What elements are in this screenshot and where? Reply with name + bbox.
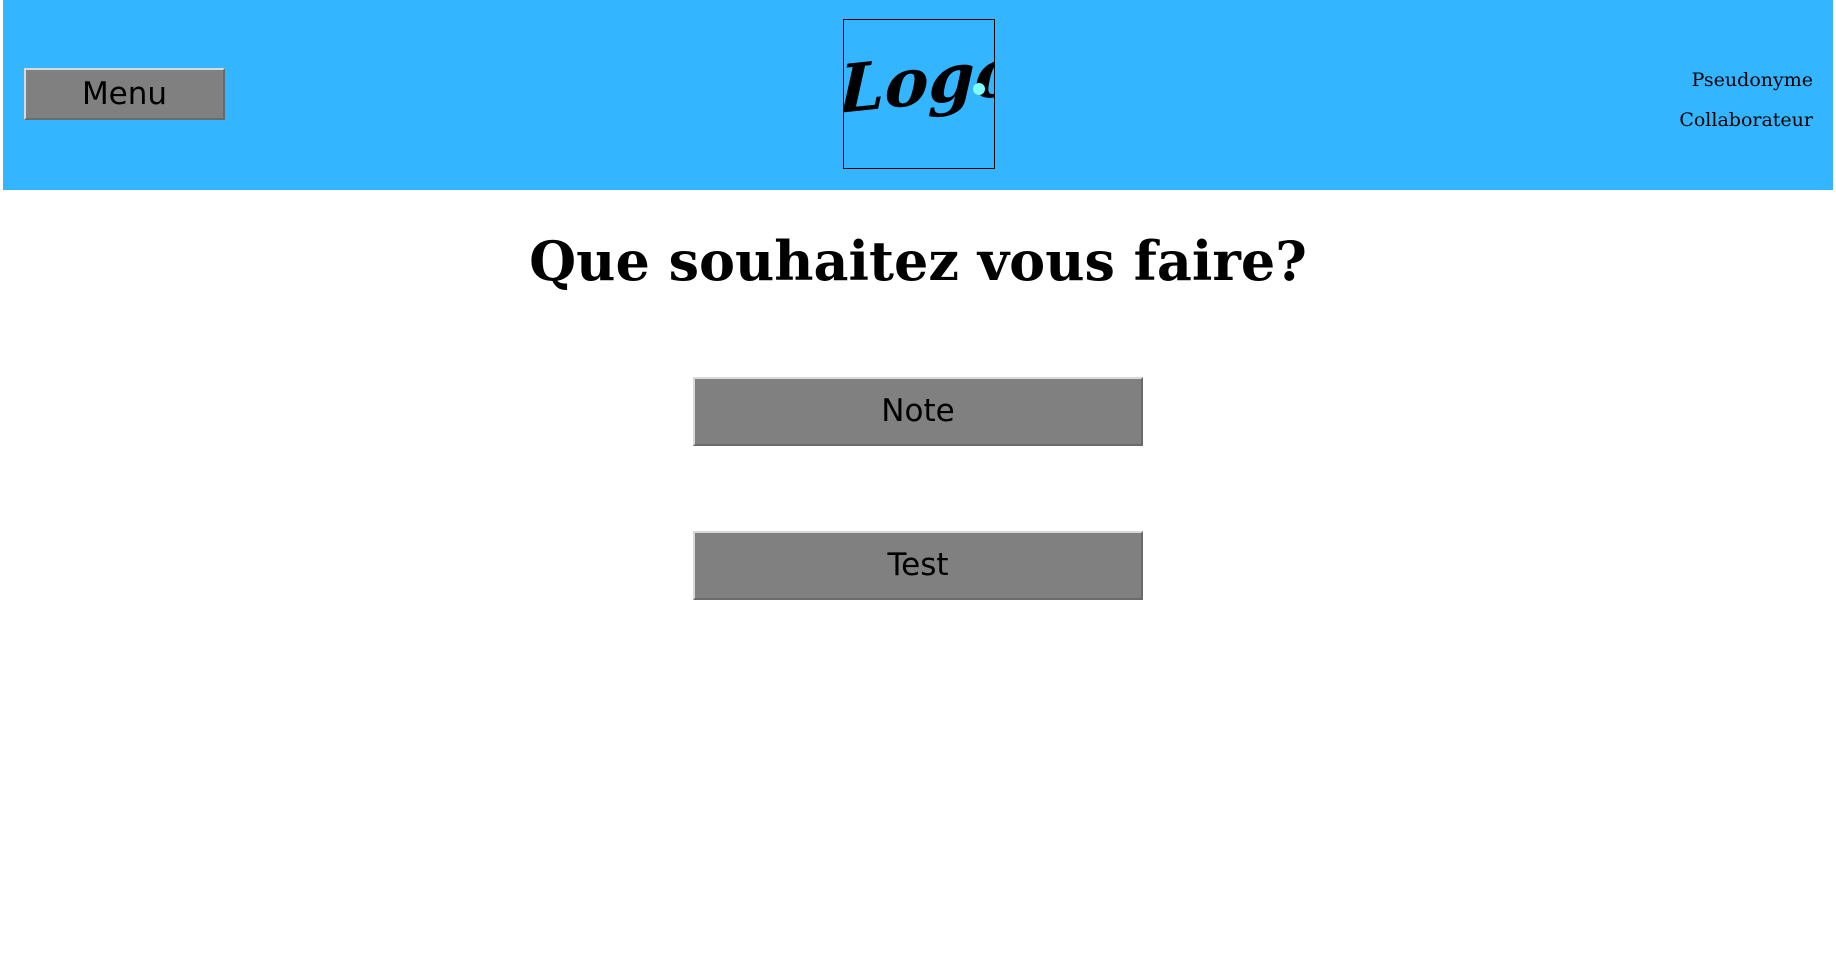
test-button[interactable]: Test [693,531,1143,600]
user-role: Collaborateur [1679,109,1813,131]
logo-wordmark: Logo [844,32,994,129]
user-info: Pseudonyme Collaborateur [1679,60,1813,140]
user-pseudonym[interactable]: Pseudonyme [1679,60,1813,100]
top-header: Menu Logo Pseudonyme Collaborateur [3,0,1833,190]
logo-dot-icon [973,83,985,95]
page-title: Que souhaitez vous faire? [529,229,1307,293]
menu-button[interactable]: Menu [24,68,225,120]
note-button[interactable]: Note [693,377,1143,446]
logo-image: Logo [844,32,994,129]
logo[interactable]: Logo [843,19,995,169]
